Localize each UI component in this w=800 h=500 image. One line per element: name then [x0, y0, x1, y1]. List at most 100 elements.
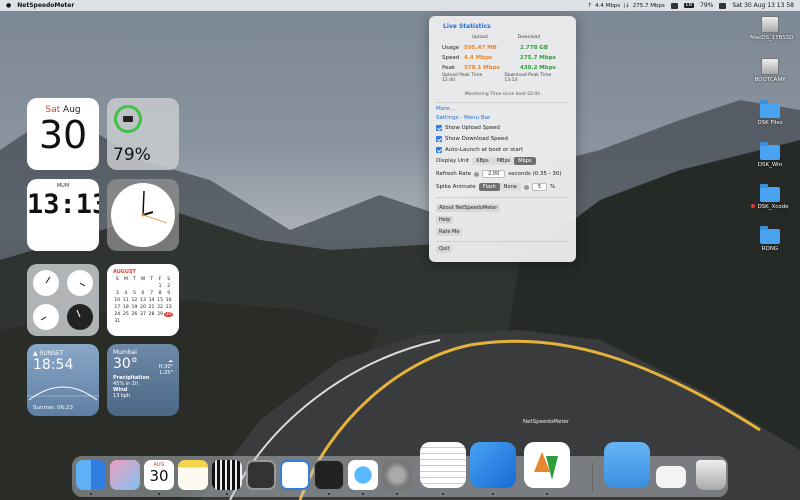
stepper-icon[interactable]	[474, 171, 480, 177]
help-button[interactable]: Help	[436, 216, 454, 224]
calendar-icon[interactable]: AUG 30	[144, 460, 174, 490]
calendar-day[interactable]: 4	[122, 291, 131, 296]
digital-clock-widget[interactable]: MUM 13:13	[27, 179, 99, 251]
apple-icon[interactable]: ●	[6, 2, 11, 9]
spike-flash[interactable]: Flash	[478, 183, 500, 191]
piano-icon[interactable]	[212, 460, 242, 490]
calendar-day[interactable]	[122, 319, 131, 324]
launchpad-icon[interactable]	[110, 460, 140, 490]
calendar-day[interactable]: 18	[122, 305, 131, 310]
calendar-day[interactable]: 11	[122, 298, 131, 303]
desktop-icon-folder[interactable]: DSK_Win	[750, 142, 790, 168]
calendar-day[interactable]: 12	[130, 298, 139, 303]
desktop-icon-folder[interactable]: RDNG	[750, 226, 790, 252]
netspeed-status-item[interactable]: ↑ 4.4 Mbps |↓ 275.7 Mbps	[588, 3, 665, 9]
calculator-icon[interactable]	[246, 460, 276, 490]
downloads-icon[interactable]	[604, 442, 650, 488]
app-menu-title[interactable]: NetSpeedoMeter	[17, 2, 74, 9]
wifi-icon[interactable]	[670, 2, 678, 9]
calendar-day[interactable]	[122, 284, 131, 289]
rate-me-button[interactable]: Rate Me	[436, 228, 463, 236]
calendar-day[interactable]	[113, 284, 122, 289]
about-button[interactable]: About NetSpeedoMeter	[436, 204, 501, 212]
calendar-day[interactable]: 29	[156, 312, 165, 317]
calendar-day[interactable]: 3	[113, 291, 122, 296]
input-source-badge[interactable]: EN	[683, 3, 695, 8]
auto-launch-checkbox[interactable]: Auto-Launch at boot or start	[436, 147, 523, 153]
calendar-day[interactable]: 24	[113, 312, 122, 317]
calendar-day[interactable]: 19	[130, 305, 139, 310]
calendar-day[interactable]: 31	[113, 319, 122, 324]
calendar-day[interactable]	[164, 319, 173, 324]
show-download-checkbox[interactable]: Show Download Speed	[436, 136, 508, 142]
textedit-icon[interactable]	[420, 442, 466, 488]
spike-none[interactable]: None	[500, 183, 521, 191]
battery-widget[interactable]: 79%	[107, 98, 179, 170]
checkbox-checked-icon[interactable]	[436, 125, 442, 131]
calendar-day[interactable]: 1	[156, 284, 165, 289]
calendar-day[interactable]: 6	[139, 291, 148, 296]
calendar-day[interactable]: 9	[164, 291, 173, 296]
calendar-day[interactable]: 30	[164, 312, 173, 317]
calendar-day[interactable]: 16	[164, 298, 173, 303]
calendar-day[interactable]: 7	[147, 291, 156, 296]
notes-icon[interactable]	[178, 460, 208, 490]
spike-value-input[interactable]: 5	[531, 183, 548, 191]
date-widget[interactable]: Sat Aug 30	[27, 98, 99, 170]
safari-icon[interactable]	[348, 460, 378, 490]
calendar-widget[interactable]: AUGUST S M T W T F S 1 2 3 4 5 6 7 8 9 10 11 12 13 14 15 16 17 1…	[107, 264, 179, 336]
calendar-day[interactable]: 5	[130, 291, 139, 296]
refresh-rate-input[interactable]: 2.00	[482, 170, 506, 178]
xcode-icon[interactable]	[470, 442, 516, 488]
desktop-icon-folder[interactable]: DSK Files	[750, 100, 790, 126]
more-link[interactable]: More...	[436, 106, 455, 112]
checkbox-checked-icon[interactable]	[436, 147, 442, 153]
calendar-day[interactable]: 14	[147, 298, 156, 303]
sunset-widget[interactable]: ▲ SUNSET 18:54 Sunrise: 06:23	[27, 344, 99, 416]
calendar-day[interactable]	[139, 284, 148, 289]
calendar-day[interactable]: 22	[156, 305, 165, 310]
calendar-day[interactable]: 2	[164, 284, 173, 289]
finder-icon[interactable]	[76, 460, 106, 490]
calendar-day[interactable]: 8	[156, 291, 165, 296]
preview-icon[interactable]	[656, 466, 686, 488]
quit-button[interactable]: Quit	[436, 245, 453, 253]
desktop-icon-disk[interactable]: MacOS_1TBSSD	[750, 16, 793, 41]
calendar-day[interactable]: 25	[122, 312, 131, 317]
calendar-day[interactable]: 27	[139, 312, 148, 317]
menubar-clock[interactable]: Sat 30 Aug 13 13 58	[732, 2, 794, 9]
world-clocks-widget[interactable]	[27, 264, 99, 336]
system-settings-icon[interactable]	[382, 460, 412, 490]
calendar-day[interactable]	[139, 319, 148, 324]
app-store-icon[interactable]	[280, 460, 310, 490]
calendar-day[interactable]: 17	[113, 305, 122, 310]
control-center-icon[interactable]	[719, 2, 727, 9]
checkbox-checked-icon[interactable]	[436, 136, 442, 142]
calendar-day[interactable]: 23	[164, 305, 173, 310]
calendar-day[interactable]: 10	[113, 298, 122, 303]
desktop-icon-disk[interactable]: BOOTCAMP	[750, 58, 790, 83]
calendar-day[interactable]	[130, 319, 139, 324]
terminal-icon[interactable]	[314, 460, 344, 490]
battery-percent[interactable]: 79%	[700, 2, 713, 9]
unit-kbps[interactable]: KBps	[472, 157, 493, 165]
netspeedometer-icon[interactable]	[524, 442, 570, 488]
unit-mbytes[interactable]: MBps	[493, 157, 515, 165]
unit-mbits[interactable]: Mbps	[514, 157, 536, 165]
calendar-day[interactable]	[130, 284, 139, 289]
stepper-icon[interactable]	[523, 184, 529, 190]
trash-icon[interactable]	[696, 460, 726, 490]
calendar-day[interactable]: 21	[147, 305, 156, 310]
calendar-day[interactable]	[147, 319, 156, 324]
desktop-icon-folder[interactable]: DSK_Xcode	[750, 184, 790, 210]
weather-widget[interactable]: Mumbai 30° ☁ H:30° L:25° Precipitation 45%…	[107, 344, 179, 416]
calendar-day[interactable]	[147, 284, 156, 289]
calendar-day[interactable]: 26	[130, 312, 139, 317]
calendar-day[interactable]: 28	[147, 312, 156, 317]
show-upload-checkbox[interactable]: Show Upload Speed	[436, 125, 500, 131]
calendar-day[interactable]: 15	[156, 298, 165, 303]
analog-clock-widget[interactable]	[107, 179, 179, 251]
calendar-day[interactable]: 13	[139, 298, 148, 303]
calendar-day[interactable]: 20	[139, 305, 148, 310]
calendar-day[interactable]	[156, 319, 165, 324]
